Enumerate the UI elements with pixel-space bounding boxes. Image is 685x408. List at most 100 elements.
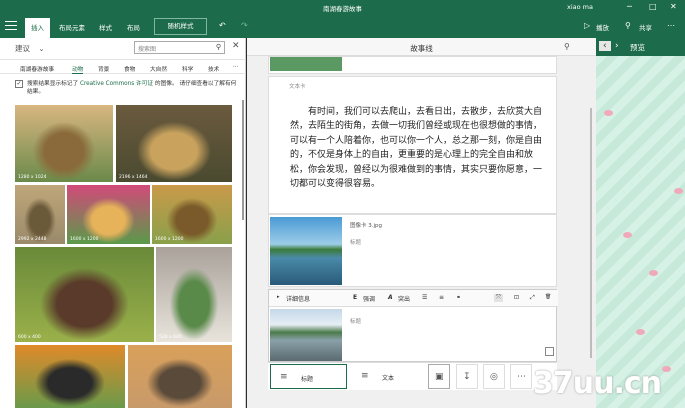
image-card-thumbnail <box>270 217 342 285</box>
highlight-icon[interactable]: A <box>388 294 393 301</box>
maximize-icon[interactable]: □ <box>649 2 657 11</box>
play-button[interactable]: 播放 <box>596 22 609 32</box>
photo-dimensions: 2196 x 1464 <box>119 175 148 180</box>
card-select-checkbox[interactable] <box>545 347 554 356</box>
previous-icon[interactable]: ‹ <box>599 41 611 51</box>
details-button[interactable]: 详细信息 <box>286 294 310 303</box>
flower-petal <box>674 188 683 194</box>
random-style-button[interactable]: 随机样式 <box>154 18 207 35</box>
add-text-label: 文本 <box>382 375 395 382</box>
close-panel-icon[interactable]: ✕ <box>232 41 240 51</box>
cc-license-link[interactable]: Creative Commons 许可证 <box>80 81 153 87</box>
search-icon[interactable]: ⚲ <box>216 43 221 51</box>
title-icon: ≡ <box>280 372 288 382</box>
add-title-button[interactable]: ≡ 标题 <box>270 364 347 389</box>
add-title-label: 标题 <box>301 376 314 383</box>
photo-tile[interactable]: 2992 x 2448 <box>15 185 65 244</box>
category-science[interactable]: 科学 <box>182 64 193 73</box>
photo-tile[interactable]: 528 x 640 <box>156 247 232 342</box>
photo-tile[interactable] <box>128 345 232 408</box>
image-card[interactable]: 图像卡 3.jpg 标题 <box>268 214 557 287</box>
image-icon: ▣ <box>435 372 444 382</box>
text-icon: ≡ <box>361 371 369 381</box>
preview-canvas[interactable] <box>596 56 685 408</box>
user-name[interactable]: xiao ma <box>567 3 593 11</box>
search-input[interactable]: 搜索图 ⚲ <box>134 41 225 54</box>
flower-petal <box>636 329 645 335</box>
minimize-icon[interactable]: ─ <box>627 2 632 11</box>
scrollbar[interactable] <box>590 108 592 358</box>
ribbon: 插入 布局元素 样式 布局 随机样式 ↶ ↷ ▷ 播放 ⚲ 共享 ⋯ <box>0 15 685 38</box>
media-panel: 建议 ⌄ 搜索图 ⚲ ✕ 南湖春游故事 动物 背景 食物 大自然 科学 技术 ⋯… <box>0 38 246 408</box>
redo-icon[interactable]: ↷ <box>241 21 248 30</box>
preview-header: ‹ › 预览 <box>596 38 685 56</box>
photo-dimensions: 600 x 400 <box>18 335 41 340</box>
photo-tile[interactable]: 1280 x 1024 <box>15 105 113 182</box>
suggest-label: 建议 <box>15 44 30 53</box>
text-card[interactable]: 文本卡 有时间，我们可以去爬山，去看日出，去散步，去欣赏大自然，去陌生的街角，去… <box>268 76 557 214</box>
link-icon[interactable]: ⚭ <box>456 294 461 301</box>
hamburger-menu-icon[interactable] <box>5 21 17 33</box>
suggest-dropdown[interactable]: 建议 ⌄ <box>15 43 45 54</box>
category-food[interactable]: 食物 <box>124 64 135 73</box>
toggle-details-icon[interactable]: ▸ <box>277 294 280 300</box>
category-more-icon[interactable]: ⋯ <box>233 64 239 70</box>
add-video-button[interactable]: ◎ <box>483 364 505 389</box>
category-story[interactable]: 南湖春游故事 <box>20 64 54 73</box>
photo-tile[interactable]: 1600 x 1200 <box>67 185 150 244</box>
photo-tile[interactable]: 600 x 400 <box>15 247 154 342</box>
add-text-button[interactable]: ≡ 文本 <box>352 364 425 389</box>
flower-petal <box>662 366 671 372</box>
photo-tile[interactable] <box>15 345 125 408</box>
tab-layout-elements[interactable]: 布局元素 <box>59 22 85 32</box>
card-thumbnail <box>270 57 342 71</box>
text-card-body[interactable]: 有时间，我们可以去爬山，去看日出，去散步，去欣赏大自然，去陌生的街角，去做一切我… <box>290 105 548 191</box>
category-bar: 南湖春游故事 动物 背景 食物 大自然 科学 技术 ⋯ <box>0 59 246 74</box>
category-animals[interactable]: 动物 <box>72 64 84 74</box>
tab-layout[interactable]: 布局 <box>127 22 140 32</box>
share-icon[interactable]: ⚲ <box>625 21 631 30</box>
bullet-list-icon[interactable]: ☰ <box>422 294 427 301</box>
more-options-button[interactable]: ⋯ <box>510 364 532 389</box>
text-down-icon: ↧ <box>463 372 471 382</box>
category-nature[interactable]: 大自然 <box>150 64 167 73</box>
fit-icon[interactable]: ⤧ <box>494 294 503 302</box>
search-icon[interactable]: ⚲ <box>564 42 570 51</box>
category-technology[interactable]: 技术 <box>208 64 219 73</box>
chevron-down-icon: ⌄ <box>38 44 45 53</box>
next-icon[interactable]: › <box>615 41 619 51</box>
emphasis-icon[interactable]: E <box>353 294 357 301</box>
photo-dimensions: 528 x 640 <box>159 335 182 340</box>
scrollbar[interactable] <box>242 100 244 220</box>
undo-icon[interactable]: ↶ <box>219 21 226 30</box>
text-card-label: 文本卡 <box>289 84 306 90</box>
cc-checkbox[interactable]: ✓ <box>15 80 23 88</box>
selected-image-card[interactable]: ▸ 详细信息 E 强调 A 突出 ☰ ≡ ⚭ ⤧ ⊡ ⤢ 🗑 标题 <box>268 289 558 362</box>
photo-dimensions: 1600 x 1200 <box>70 237 99 242</box>
category-backgrounds[interactable]: 背景 <box>98 64 109 73</box>
image-card-partial[interactable] <box>268 56 557 74</box>
storyline-panel: 故事线 ⚲ 文本卡 有时间，我们可以去爬山，去看日出，去散步，去欣赏大自然，去陌… <box>247 38 596 408</box>
share-button[interactable]: 共享 <box>639 22 652 32</box>
close-icon[interactable]: ✕ <box>670 2 677 11</box>
text-down-button[interactable]: ↧ <box>456 364 478 389</box>
selected-card-caption[interactable]: 标题 <box>350 317 361 325</box>
tab-insert[interactable]: 插入 <box>25 18 50 38</box>
crop-icon[interactable]: ⊡ <box>514 294 519 301</box>
image-card-caption[interactable]: 标题 <box>350 238 361 246</box>
preview-panel: ‹ › 预览 <box>596 38 685 408</box>
tab-style[interactable]: 样式 <box>99 22 112 32</box>
emphasis-button[interactable]: 强调 <box>363 294 375 303</box>
search-placeholder: 搜索图 <box>138 46 157 53</box>
highlight-button[interactable]: 突出 <box>398 294 410 303</box>
delete-icon[interactable]: 🗑 <box>545 294 551 300</box>
photo-tile[interactable]: 2196 x 1464 <box>116 105 232 182</box>
photo-dimensions: 1280 x 1024 <box>18 175 47 180</box>
play-icon[interactable]: ▷ <box>584 21 590 30</box>
add-image-button[interactable]: ▣ <box>428 364 450 389</box>
more-icon[interactable]: ⋯ <box>667 21 675 30</box>
expand-icon[interactable]: ⤢ <box>530 294 535 302</box>
numbered-list-icon[interactable]: ≡ <box>439 294 444 301</box>
photo-tile[interactable]: 1600 x 1200 <box>152 185 232 244</box>
cc-notice: ✓ 搜索结果显示标记了 Creative Commons 许可证 的图像。 请仔… <box>15 80 240 96</box>
